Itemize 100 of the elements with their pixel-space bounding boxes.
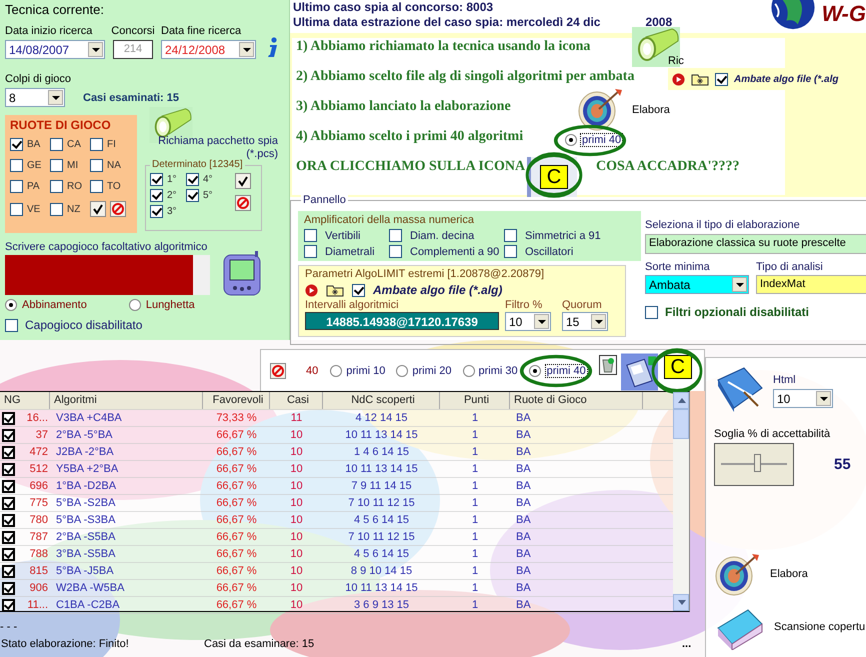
checkbox[interactable] [504,229,517,242]
text-area[interactable] [5,255,210,295]
checkbox-label: Ambate algo file (*.alg [734,74,838,84]
checkbox[interactable] [2,428,15,442]
date-dropdown[interactable]: 24/12/2008 [161,40,256,59]
checkbox[interactable] [10,202,23,216]
column-header[interactable]: NG [0,392,50,409]
panel-title: Tecnica corrente: [5,2,105,17]
radio-button[interactable] [128,299,141,311]
checkbox[interactable] [2,598,15,612]
select-all-button[interactable] [90,201,106,217]
column-header[interactable]: Punti [440,392,510,409]
checkbox[interactable] [389,245,402,258]
checkbox[interactable] [304,245,317,258]
checkbox[interactable] [50,138,63,151]
scrollbar[interactable] [193,255,210,295]
radio-button[interactable] [330,364,342,376]
checkbox[interactable] [50,159,63,172]
radio-button[interactable] [5,299,17,311]
c-button[interactable]: C [664,354,692,378]
icon-caption[interactable]: Scansione copertu [774,621,866,633]
checkbox[interactable] [90,159,103,172]
radio-label: primi 30 [478,364,518,376]
checkbox[interactable] [2,496,15,510]
input-field[interactable]: 14885.14938@17120.17639 [305,312,499,330]
table-cell-text: BA [515,564,532,579]
handheld-icon[interactable] [222,251,262,297]
scrollbar[interactable] [673,392,689,611]
checkbox[interactable] [90,180,103,193]
checkbox[interactable] [645,306,658,318]
dropdown[interactable]: Ambata [645,275,749,294]
column-header[interactable]: Casi [270,392,323,409]
checkbox[interactable] [352,284,365,296]
checkbox[interactable] [10,180,23,193]
folder-icon[interactable] [691,72,709,86]
input-field[interactable]: Elaborazione classica su ruote prescelte [645,234,866,254]
checkbox-label: VE [27,204,40,214]
checkbox[interactable] [304,229,317,242]
checkbox[interactable] [150,205,163,218]
play-icon[interactable] [672,72,685,86]
field-label: Scrivere capogioco facoltativo algoritmico [5,241,208,253]
save-button[interactable] [620,353,658,391]
icon-caption[interactable]: Elabora [770,568,808,580]
trash-button[interactable] [598,354,617,374]
dropdown[interactable]: 15 [562,312,608,331]
radio-button[interactable] [396,364,408,376]
column-header[interactable]: Ruote di Gioco [510,392,643,409]
select-all-button[interactable] [235,173,251,189]
checkbox[interactable] [150,189,163,202]
checkbox[interactable] [10,159,23,172]
radio-button[interactable] [528,364,541,376]
table-cell-text: 4 12 14 15 [354,411,408,426]
checkbox[interactable] [2,480,15,492]
table-cell-text: J2BA -2°BA [55,445,115,460]
play-icon[interactable] [305,284,318,296]
folder-icon[interactable] [326,283,344,297]
checkbox[interactable] [2,462,15,476]
scroll-up-button[interactable] [673,392,689,409]
checkbox[interactable] [150,173,163,186]
dropdown[interactable]: 10 [773,389,833,408]
checkbox[interactable] [50,202,63,216]
dropdown[interactable]: 10 [505,312,551,331]
value-label: 55 [834,456,851,473]
table-cell-text: 696 [28,479,49,494]
checkbox[interactable] [2,530,15,544]
load-label[interactable]: Richiama pacchetto spia (*.pcs) [145,135,284,161]
table-cell-text: 8 9 10 14 15 [350,564,414,579]
checkbox[interactable] [389,229,402,242]
icon-caption: Ric [668,55,684,67]
column-header[interactable]: Algoritmi [50,392,203,409]
clear-button[interactable] [235,195,251,211]
scroll-thumb[interactable] [673,409,689,439]
stop-button[interactable] [270,362,286,378]
checkbox[interactable] [504,245,517,258]
checkbox[interactable] [10,138,23,151]
checkbox[interactable] [90,138,103,151]
checkbox[interactable] [186,189,199,202]
checkbox[interactable] [2,514,15,526]
checkbox[interactable] [2,446,15,458]
date-dropdown[interactable]: 14/08/2007 [5,40,105,59]
checkbox[interactable] [50,180,63,193]
slider[interactable] [714,443,794,486]
checkbox[interactable] [2,548,15,560]
instruction-text: COSA ACCADRA'???? [596,158,740,176]
checkbox[interactable] [2,564,15,578]
checkbox[interactable] [186,173,199,186]
checkbox[interactable] [2,582,15,594]
c-button[interactable]: C [540,165,568,189]
scroll-down-button[interactable] [673,594,689,611]
target-icon [577,87,623,131]
radio-button[interactable] [462,364,474,376]
checkbox[interactable] [2,412,15,424]
column-header[interactable]: Favorevoli [203,392,270,409]
clear-button[interactable] [110,201,126,217]
column-header[interactable]: NdC scoperti [323,392,440,409]
input-field[interactable]: IndexMat [756,275,866,294]
checkbox[interactable] [5,318,18,332]
slider-thumb[interactable] [754,454,762,472]
checkbox[interactable] [715,72,728,86]
dropdown[interactable]: 8 [5,88,65,107]
